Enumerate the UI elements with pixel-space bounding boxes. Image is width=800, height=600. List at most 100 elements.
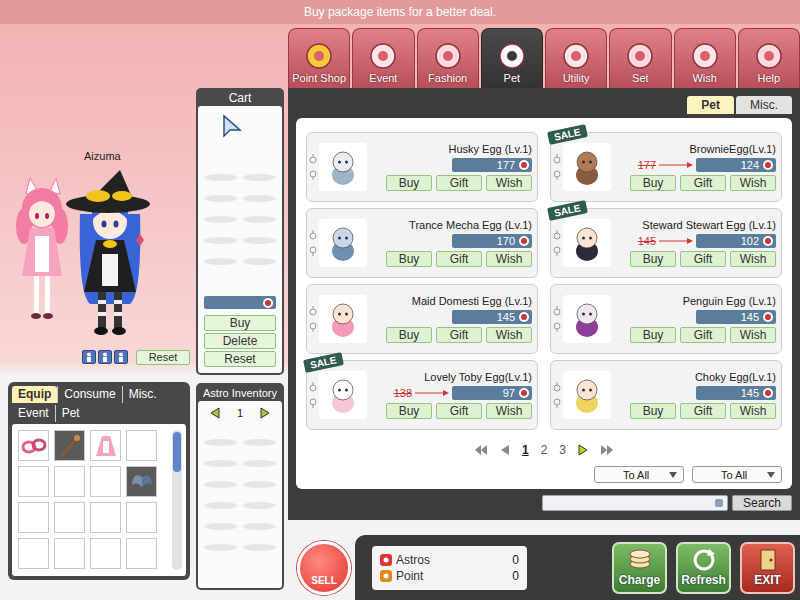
action-button[interactable]: Refresh: [676, 542, 731, 594]
category-tab[interactable]: Point Shop: [288, 28, 350, 88]
inventory-slot: [90, 538, 121, 569]
prev-page-icon[interactable]: [500, 444, 510, 456]
category-tab[interactable]: Event: [352, 28, 414, 88]
inventory-tab[interactable]: Event: [12, 405, 55, 422]
item-action-button[interactable]: Wish: [730, 327, 776, 343]
item-action-button[interactable]: Wish: [730, 403, 776, 419]
cart-button[interactable]: Reset: [204, 351, 276, 367]
item-action-button[interactable]: Buy: [630, 175, 676, 191]
astro-slot: [204, 544, 237, 551]
cart-title: Cart: [198, 90, 282, 106]
preview-reset-button[interactable]: Reset: [136, 350, 190, 365]
male-icon: [553, 154, 561, 164]
item-action-button[interactable]: Wish: [730, 175, 776, 191]
view-button[interactable]: [114, 350, 128, 364]
inventory-slot[interactable]: [126, 466, 157, 497]
sort-dropdown[interactable]: To All: [692, 466, 782, 483]
category-tab[interactable]: Help: [738, 28, 800, 88]
coin-icon: [519, 160, 529, 170]
item-action-button[interactable]: Wish: [486, 175, 532, 191]
search-field[interactable]: [542, 495, 728, 511]
inventory-slot[interactable]: [18, 430, 49, 461]
cart-slot: [204, 237, 237, 244]
pet-egg-icon: [563, 143, 611, 191]
clear-icon[interactable]: [715, 499, 723, 507]
item-price: 145: [696, 386, 776, 400]
sell-button[interactable]: SELL: [297, 541, 351, 595]
inventory-tab[interactable]: Equip: [12, 386, 57, 403]
item-action-button[interactable]: Buy: [386, 251, 432, 267]
cart-total-field: [204, 296, 276, 309]
item-action-button[interactable]: Buy: [386, 175, 432, 191]
item-action-button[interactable]: Wish: [486, 251, 532, 267]
item-action-button[interactable]: Gift: [680, 251, 726, 267]
wings-icon: [129, 469, 155, 495]
category-tab[interactable]: Pet: [481, 28, 543, 88]
item-action-button[interactable]: Wish: [486, 403, 532, 419]
item-action-button[interactable]: Buy: [630, 251, 676, 267]
last-page-icon[interactable]: [600, 444, 614, 456]
inventory-tab[interactable]: Misc.: [122, 386, 163, 403]
inventory-scrollbar[interactable]: [172, 430, 182, 570]
item-action-button[interactable]: Gift: [436, 175, 482, 191]
action-button[interactable]: EXIT: [740, 542, 795, 594]
scroll-thumb[interactable]: [173, 432, 181, 472]
category-icon: [626, 42, 654, 70]
cart-slot: [204, 216, 237, 223]
page-number[interactable]: 3: [559, 443, 566, 457]
cart-button[interactable]: Delete: [204, 333, 276, 349]
pet-egg-icon: [563, 295, 611, 343]
figure-icon: [84, 352, 94, 362]
female-icon: [553, 398, 561, 408]
item-action-button[interactable]: Gift: [436, 327, 482, 343]
prev-page-icon[interactable]: [210, 407, 220, 419]
inventory-slot[interactable]: [90, 430, 121, 461]
view-button[interactable]: [82, 350, 96, 364]
subtab[interactable]: Misc.: [736, 96, 792, 114]
category-tab[interactable]: Wish: [674, 28, 736, 88]
female-icon: [553, 246, 561, 256]
inventory-slot: [18, 538, 49, 569]
male-icon: [309, 230, 317, 240]
female-icon: [309, 322, 317, 332]
item-action-button[interactable]: Gift: [436, 251, 482, 267]
category-tab[interactable]: Utility: [545, 28, 607, 88]
item-action-button[interactable]: Buy: [386, 403, 432, 419]
page-number[interactable]: 2: [541, 443, 548, 457]
page-number[interactable]: 1: [522, 443, 529, 457]
pet-egg-icon: [319, 371, 367, 419]
item-action-button[interactable]: Buy: [630, 327, 676, 343]
dress-icon: [93, 433, 119, 459]
item-action-button[interactable]: Wish: [730, 251, 776, 267]
category-tab[interactable]: Set: [609, 28, 671, 88]
category-tab[interactable]: Fashion: [417, 28, 479, 88]
item-action-button[interactable]: Buy: [386, 327, 432, 343]
item-action-button[interactable]: Gift: [680, 327, 726, 343]
next-page-icon[interactable]: [578, 444, 588, 456]
sort-dropdown[interactable]: To All: [594, 466, 684, 483]
astro-slot: [243, 502, 276, 509]
first-page-icon[interactable]: [474, 444, 488, 456]
cart-slot: [204, 174, 237, 181]
shop-panel: PetMisc.Husky Egg (Lv.1)177BuyGiftWishBr…: [288, 88, 800, 520]
subtab[interactable]: Pet: [687, 96, 734, 114]
search-button[interactable]: Search: [732, 495, 792, 511]
action-button[interactable]: Charge: [612, 542, 667, 594]
female-icon: [309, 398, 317, 408]
item-action-button[interactable]: Gift: [436, 403, 482, 419]
inventory-slot[interactable]: [54, 430, 85, 461]
astro-slot: [204, 460, 237, 467]
item-action-button[interactable]: Gift: [680, 175, 726, 191]
item-action-button[interactable]: Wish: [486, 327, 532, 343]
inventory-tab[interactable]: Pet: [55, 405, 86, 422]
inventory-tab[interactable]: Consume: [57, 386, 121, 403]
astro-inventory-title: Astro Inventory: [198, 385, 282, 401]
item-action-button[interactable]: Gift: [680, 403, 726, 419]
view-button[interactable]: [98, 350, 112, 364]
ring-icon: [21, 433, 47, 459]
cart-button[interactable]: Buy: [204, 315, 276, 331]
next-page-icon[interactable]: [260, 407, 270, 419]
inventory-slot: [126, 430, 157, 461]
category-icon: [434, 42, 462, 70]
item-action-button[interactable]: Buy: [630, 403, 676, 419]
